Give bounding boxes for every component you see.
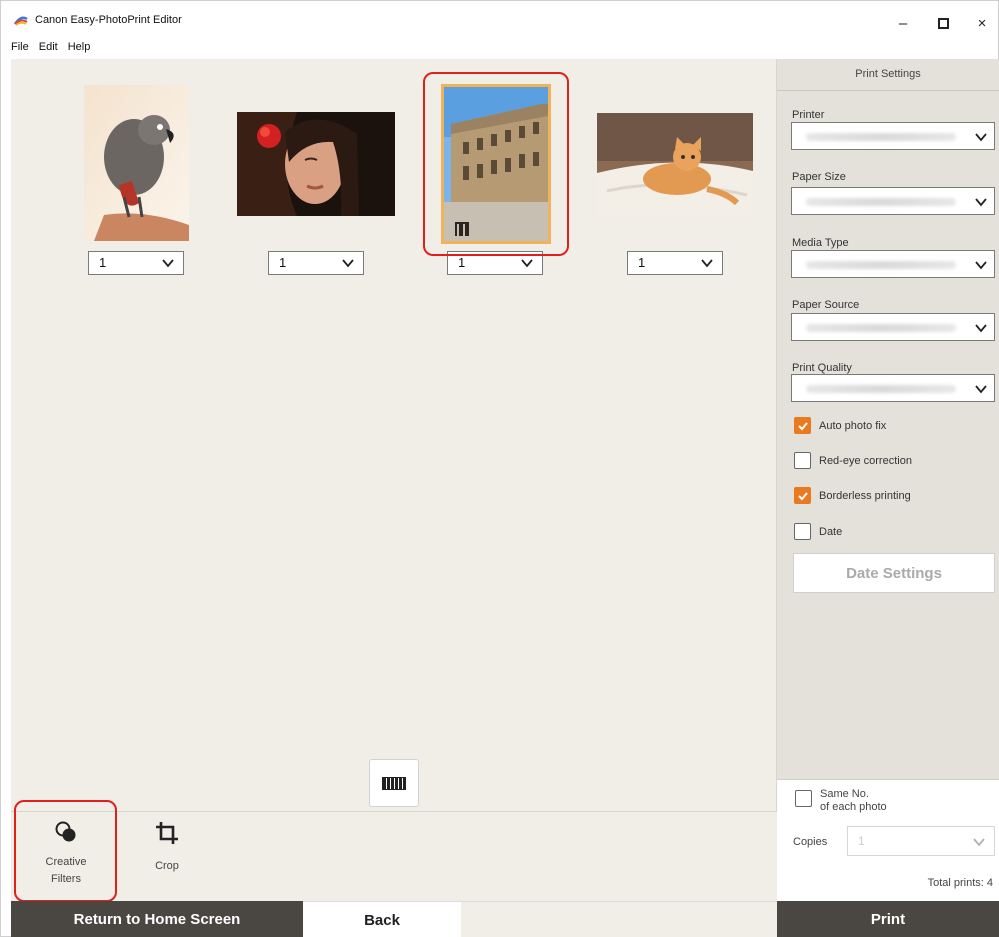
date-label: Date <box>819 525 843 538</box>
filmstrip-toggle-button[interactable] <box>369 759 419 807</box>
minimize-button[interactable]: – <box>888 11 918 35</box>
paper-size-value-blurred <box>806 198 956 206</box>
paper-source-label: Paper Source <box>792 299 860 311</box>
filmstrip-icon <box>382 776 406 790</box>
crop-tool[interactable]: Crop <box>141 821 193 875</box>
footer-spacer <box>461 901 777 937</box>
chevron-down-icon <box>521 259 533 268</box>
creative-filters-highlight <box>14 800 117 902</box>
edit-tools-bar <box>11 811 777 901</box>
print-button[interactable]: Print <box>777 901 999 937</box>
quantity-value: 1 <box>99 255 107 270</box>
chevron-down-icon <box>975 198 987 207</box>
quantity-value: 1 <box>638 255 646 270</box>
paper-source-value-blurred <box>806 324 956 332</box>
printer-select[interactable] <box>791 122 995 150</box>
chevron-down-icon <box>162 259 174 268</box>
close-button[interactable]: × <box>967 11 997 35</box>
app-logo-icon <box>14 16 28 26</box>
same-number-label-line2: of each photo <box>820 801 887 813</box>
check-icon <box>797 421 808 430</box>
copies-select[interactable]: 1 <box>847 826 995 856</box>
quantity-select-parrot[interactable]: 1 <box>88 251 184 275</box>
return-home-button[interactable]: Return to Home Screen <box>11 901 303 937</box>
photo-thumbnail-woman[interactable] <box>237 112 395 216</box>
chevron-down-icon <box>701 259 713 268</box>
borderless-printing-checkbox[interactable] <box>794 487 811 504</box>
chevron-down-icon <box>975 133 987 142</box>
left-edge <box>1 59 11 901</box>
menu-edit[interactable]: Edit <box>39 41 58 57</box>
crop-label: Crop <box>155 860 179 872</box>
minimize-icon: – <box>898 14 908 32</box>
back-button[interactable]: Back <box>303 901 461 937</box>
printer-label: Printer <box>792 109 825 121</box>
date-checkbox[interactable] <box>794 523 811 540</box>
menu-help[interactable]: Help <box>68 41 91 57</box>
same-number-label: Same No. of each photo <box>820 788 887 814</box>
auto-photo-fix-checkbox[interactable] <box>794 417 811 434</box>
menu-bar: File Edit Help <box>11 41 90 57</box>
photo-thumbnail-parrot[interactable] <box>84 85 189 241</box>
crop-icon <box>156 822 178 844</box>
auto-photo-fix-label: Auto photo fix <box>819 419 887 432</box>
date-option[interactable]: Date <box>794 523 842 540</box>
copies-value: 1 <box>858 834 865 848</box>
chevron-down-icon <box>342 259 354 268</box>
photo-thumbnail-cat[interactable] <box>597 113 753 216</box>
paper-source-select[interactable] <box>791 313 995 341</box>
media-type-select[interactable] <box>791 250 995 278</box>
copies-panel: Same No. of each photo Copies 1 Total pr… <box>777 779 999 901</box>
borderless-printing-option[interactable]: Borderless printing <box>794 487 911 504</box>
same-number-checkbox[interactable] <box>795 790 812 807</box>
app-window: Canon Easy-PhotoPrint Editor – × File Ed… <box>0 0 999 937</box>
quantity-value: 1 <box>458 255 466 270</box>
selected-photo-highlight <box>423 72 569 256</box>
copies-label: Copies <box>793 836 828 848</box>
quantity-select-cat[interactable]: 1 <box>627 251 723 275</box>
borderless-printing-label: Borderless printing <box>819 489 911 502</box>
window-title: Canon Easy-PhotoPrint Editor <box>35 14 182 26</box>
close-icon: × <box>977 14 987 32</box>
date-settings-button[interactable]: Date Settings <box>793 553 995 593</box>
menu-file[interactable]: File <box>11 41 29 57</box>
check-icon <box>797 491 808 500</box>
maximize-button[interactable] <box>928 11 958 35</box>
title-bar: Canon Easy-PhotoPrint Editor – × <box>1 1 998 41</box>
paper-size-select[interactable] <box>791 187 995 215</box>
quantity-value: 1 <box>279 255 287 270</box>
print-settings-title: Print Settings <box>777 59 999 91</box>
red-eye-correction-option[interactable]: Red-eye correction <box>794 452 912 469</box>
print-quality-select[interactable] <box>791 374 995 402</box>
quantity-select-woman[interactable]: 1 <box>268 251 364 275</box>
media-type-label: Media Type <box>792 237 849 249</box>
print-quality-value-blurred <box>806 385 956 393</box>
chevron-down-icon <box>973 838 985 847</box>
total-prints-count: Total prints: 4 <box>927 877 993 889</box>
same-number-option[interactable]: Same No. of each photo <box>795 788 887 814</box>
auto-photo-fix-option[interactable]: Auto photo fix <box>794 417 886 434</box>
printer-value-blurred <box>806 133 956 141</box>
print-quality-label: Print Quality <box>792 362 852 374</box>
maximize-icon <box>937 17 949 29</box>
media-type-value-blurred <box>806 261 956 269</box>
chevron-down-icon <box>975 261 987 270</box>
print-settings-panel: Print Settings Printer Paper Size Media … <box>777 59 999 779</box>
paper-size-label: Paper Size <box>792 171 846 183</box>
chevron-down-icon <box>975 324 987 333</box>
chevron-down-icon <box>975 385 987 394</box>
same-number-label-line1: Same No. <box>820 788 869 800</box>
photo-workspace: 1 1 1 1 <box>11 59 777 811</box>
red-eye-correction-checkbox[interactable] <box>794 452 811 469</box>
red-eye-correction-label: Red-eye correction <box>819 454 912 467</box>
